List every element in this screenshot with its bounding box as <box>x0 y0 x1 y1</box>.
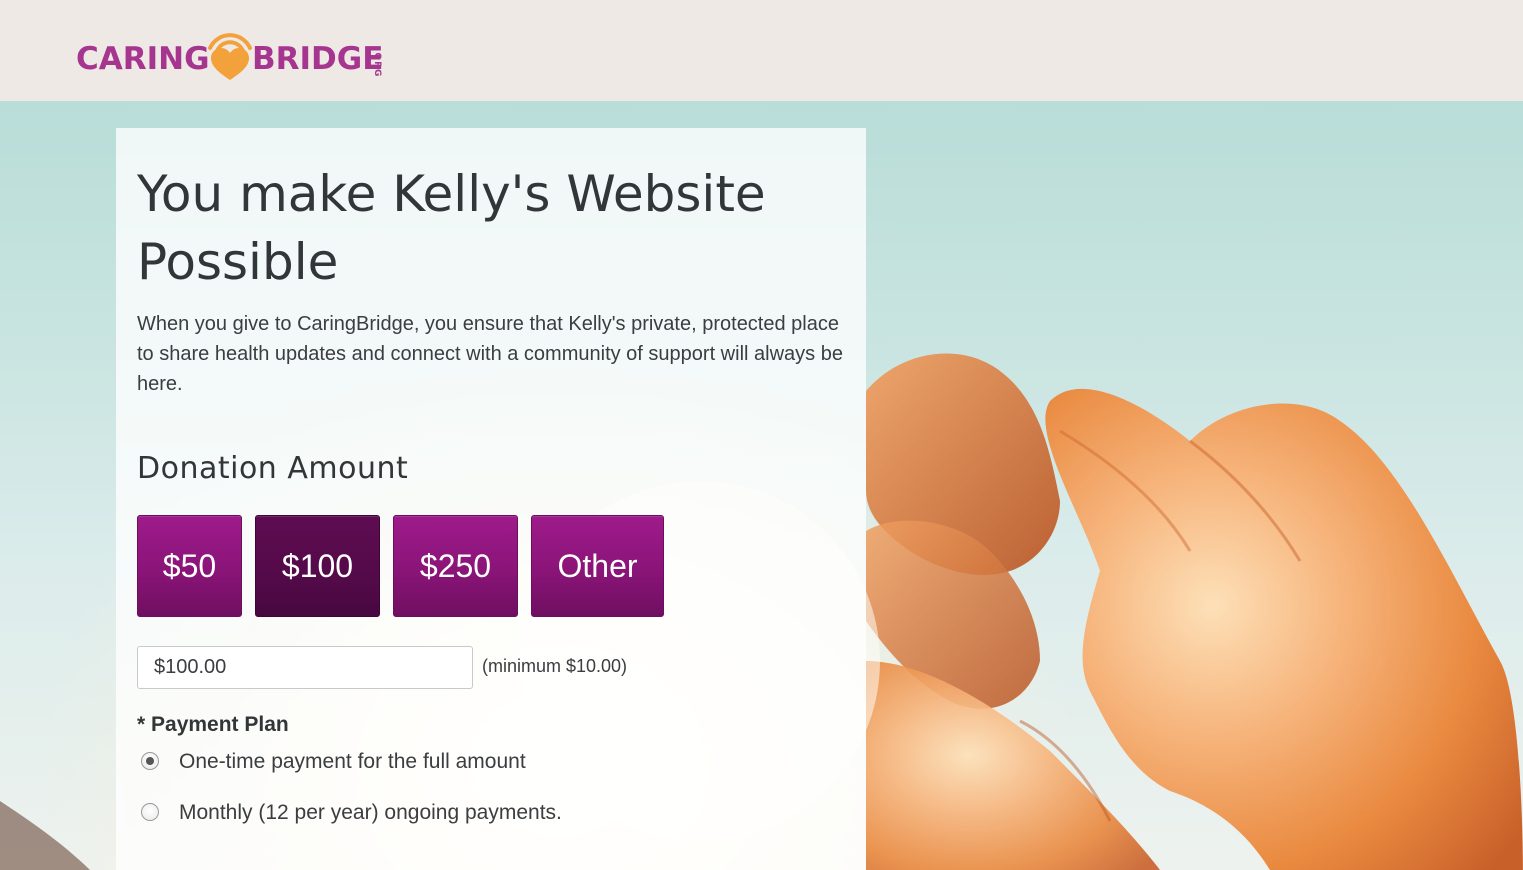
amount-50-button[interactable]: $50 <box>137 515 242 617</box>
one-time-radio[interactable] <box>141 752 159 770</box>
minimum-amount-note: (minimum $10.00) <box>482 656 628 676</box>
amount-other-button[interactable]: Other <box>531 515 664 617</box>
monthly-radio[interactable] <box>141 803 159 821</box>
donation-page: CARING BRIDGE .ORG You make Kelly's Webs… <box>0 0 1523 870</box>
caringbridge-logo[interactable]: CARING BRIDGE .ORG <box>76 24 406 84</box>
amount-100-button[interactable]: $100 <box>255 515 380 617</box>
payment-plan-one-time[interactable]: One-time payment for the full amount <box>141 749 561 775</box>
site-header: CARING BRIDGE .ORG <box>0 0 1523 101</box>
donation-amount-input[interactable] <box>137 646 473 689</box>
monthly-label[interactable]: Monthly (12 per year) ongoing payments. <box>179 800 562 826</box>
logo-org-text: .ORG <box>372 48 382 78</box>
page-title: You make Kelly's Website Possible <box>137 165 766 291</box>
payment-plan-label: * Payment Plan <box>137 713 289 736</box>
one-time-label[interactable]: One-time payment for the full amount <box>179 749 526 775</box>
logo-bridge-text: BRIDGE <box>252 41 384 77</box>
logo-caring-text: CARING <box>76 41 210 77</box>
amount-250-button[interactable]: $250 <box>393 515 518 617</box>
heart-signal-icon <box>208 33 252 80</box>
intro-text: When you give to CaringBridge, you ensur… <box>137 313 843 395</box>
donation-panel: You make Kelly's Website Possible When y… <box>116 128 866 870</box>
donation-amount-heading: Donation Amount <box>137 451 409 486</box>
payment-plan-monthly[interactable]: Monthly (12 per year) ongoing payments. <box>141 800 601 826</box>
